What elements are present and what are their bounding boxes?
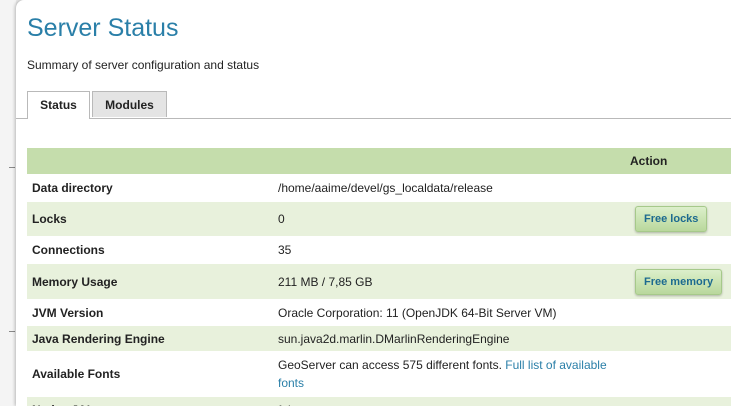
row-value: 211 MB / 7,85 GB (273, 264, 630, 299)
fonts-summary-text: GeoServer can access 575 different fonts… (278, 358, 502, 372)
row-label: Native JAI (27, 397, 273, 406)
table-row-native-jai: Native JAI false (27, 397, 731, 406)
header-cell-label (27, 148, 273, 174)
left-sidebar-edge (0, 0, 16, 406)
status-table: Action Data directory /home/aaime/devel/… (27, 148, 731, 406)
row-label: Available Fonts (27, 351, 273, 397)
free-memory-button[interactable]: Free memory (635, 268, 723, 295)
table-row-memory-usage: Memory Usage 211 MB / 7,85 GB Free memor… (27, 264, 731, 299)
row-action-cell: Free locks (630, 202, 731, 236)
row-label: Memory Usage (27, 264, 273, 299)
row-action-cell (630, 299, 731, 326)
row-value: /home/aaime/devel/gs_localdata/release (273, 174, 630, 202)
row-action-cell (630, 351, 731, 397)
row-value: GeoServer can access 575 different fonts… (273, 351, 630, 397)
row-value: 35 (273, 236, 630, 264)
tab-modules[interactable]: Modules (92, 91, 167, 117)
page-subtitle: Summary of server configuration and stat… (27, 58, 260, 72)
sidebar-marker (9, 167, 15, 168)
page-title: Server Status (27, 14, 179, 42)
row-label: Data directory (27, 174, 273, 202)
tab-status[interactable]: Status (27, 91, 90, 119)
row-value: false (273, 397, 630, 406)
main-content-panel: Server Status Summary of server configur… (16, 0, 731, 406)
table-row-rendering-engine: Java Rendering Engine sun.java2d.marlin.… (27, 326, 731, 351)
row-label: Connections (27, 236, 273, 264)
row-label: JVM Version (27, 299, 273, 326)
table-row-data-directory: Data directory /home/aaime/devel/gs_loca… (27, 174, 731, 202)
table-row-jvm-version: JVM Version Oracle Corporation: 11 (Open… (27, 299, 731, 326)
tab-bar: Status Modules (16, 91, 731, 119)
row-action-cell (630, 397, 731, 406)
free-locks-button[interactable]: Free locks (635, 206, 708, 232)
row-action-cell (630, 236, 731, 264)
header-action: Action (630, 148, 731, 174)
row-action-cell (630, 174, 731, 202)
table-row-locks: Locks 0 Free locks (27, 202, 731, 236)
table-row-connections: Connections 35 (27, 236, 731, 264)
row-action-cell: Free memory (630, 264, 731, 299)
row-value: Oracle Corporation: 11 (OpenJDK 64-Bit S… (273, 299, 630, 326)
header-cell-value (273, 148, 630, 174)
table-row-available-fonts: Available Fonts GeoServer can access 575… (27, 351, 731, 397)
row-label: Java Rendering Engine (27, 326, 273, 351)
row-value: 0 (273, 202, 630, 236)
sidebar-marker (9, 331, 15, 332)
row-value: sun.java2d.marlin.DMarlinRenderingEngine (273, 326, 630, 351)
row-label: Locks (27, 202, 273, 236)
row-action-cell (630, 326, 731, 351)
table-header-row: Action (27, 148, 731, 174)
